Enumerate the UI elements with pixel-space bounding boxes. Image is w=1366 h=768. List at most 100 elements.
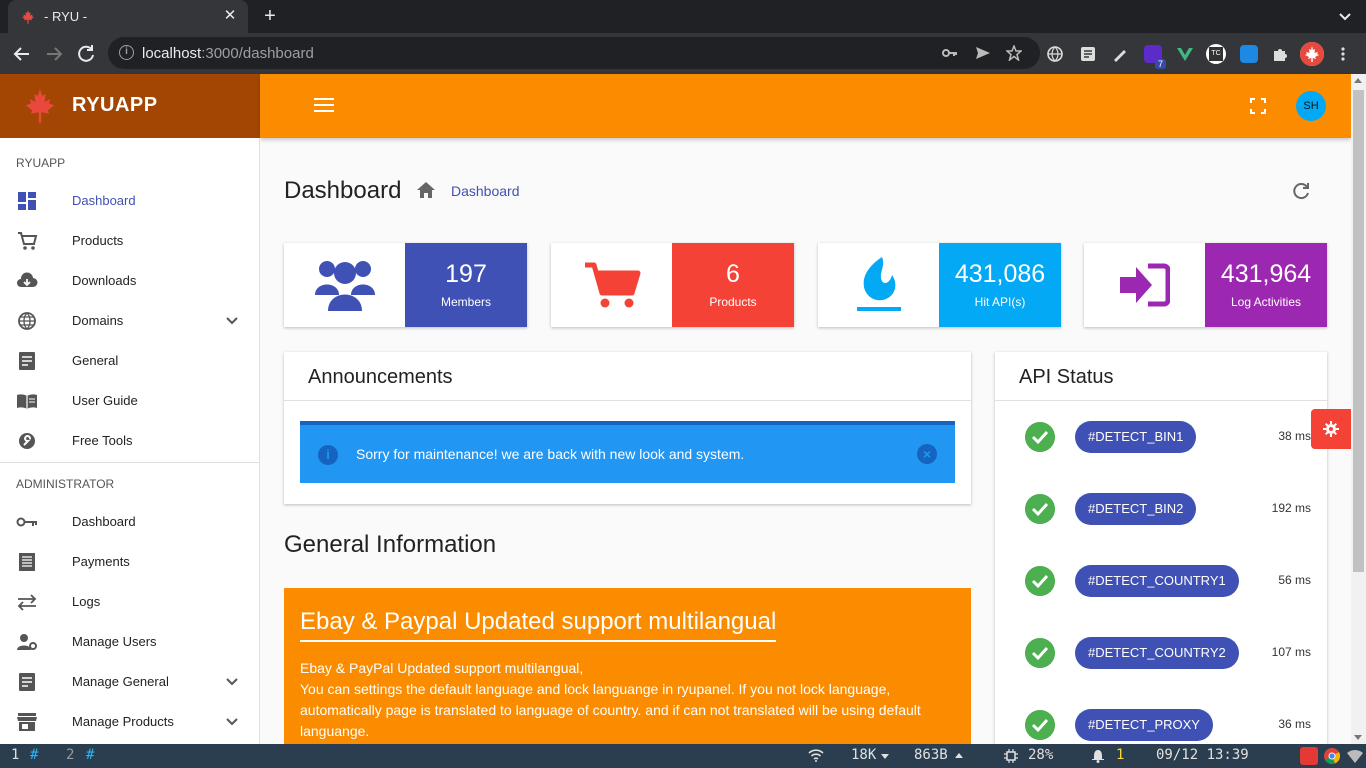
- chrome-tray-icon[interactable]: [1323, 747, 1341, 765]
- sidebar-item-label: Dashboard: [72, 193, 136, 208]
- new-tab-button[interactable]: +: [258, 4, 282, 28]
- check-circle-icon: [1025, 566, 1055, 596]
- sidebar-item-general[interactable]: General: [0, 341, 259, 381]
- back-icon[interactable]: [9, 41, 35, 67]
- sidebar-item-dashboard[interactable]: Dashboard: [0, 181, 259, 221]
- stat-value: 197: [445, 260, 487, 288]
- extension-badge: 7: [1154, 59, 1166, 69]
- cpu-icon: [1004, 749, 1018, 763]
- sidebar-item-free-tools[interactable]: Free Tools: [0, 421, 259, 461]
- scroll-down-arrow-icon[interactable]: [1354, 735, 1362, 740]
- app-bar: SH: [260, 74, 1351, 138]
- globe-extension-icon[interactable]: [1046, 45, 1064, 63]
- address-bar[interactable]: i localhost:3000/dashboard: [108, 37, 1040, 69]
- api-status-row: #DETECT_BIN1 38 ms: [995, 417, 1327, 457]
- api-name-badge[interactable]: #DETECT_BIN1: [1075, 421, 1197, 453]
- sidebar-item-user-guide[interactable]: User Guide: [0, 381, 259, 421]
- refresh-icon[interactable]: [1290, 180, 1312, 202]
- workspace-1[interactable]: 1: [11, 747, 19, 763]
- wifi-tray-icon[interactable]: [1347, 749, 1363, 763]
- check-circle-icon: [1025, 494, 1055, 524]
- check-circle-icon: [1025, 422, 1055, 452]
- vue-extension-icon[interactable]: [1176, 45, 1194, 63]
- url-text: localhost:3000/dashboard: [142, 45, 314, 62]
- reader-extension-icon[interactable]: [1079, 45, 1097, 63]
- info-icon: i: [318, 445, 338, 465]
- cpu-usage: 28%: [1028, 747, 1054, 763]
- sidebar-item-manage-general[interactable]: Manage General: [0, 662, 259, 702]
- scroll-thumb[interactable]: [1353, 90, 1364, 572]
- upload-speed: 863B: [914, 747, 948, 763]
- upload-arrow-icon: [955, 753, 963, 758]
- api-name-badge[interactable]: #DETECT_COUNTRY1: [1075, 565, 1239, 597]
- sidebar-item-products[interactable]: Products: [0, 221, 259, 261]
- cloud-download-icon: [17, 272, 38, 287]
- stat-value: 6: [726, 260, 740, 288]
- api-name-badge[interactable]: #DETECT_COUNTRY2: [1075, 637, 1239, 669]
- user-avatar[interactable]: SH: [1296, 91, 1326, 121]
- api-latency: 192 ms: [1271, 501, 1311, 515]
- sidebar-item-label: Payments: [72, 554, 130, 569]
- sidebar-item-label: Dashboard: [72, 514, 136, 529]
- announcements-title: Announcements: [308, 366, 453, 388]
- close-alert-icon[interactable]: ×: [917, 444, 937, 464]
- sidebar-item-label: Manage Products: [72, 714, 174, 729]
- wifi-icon: [808, 749, 824, 762]
- sidebar-item-admin-dashboard[interactable]: Dashboard: [0, 502, 259, 542]
- tc-extension-icon[interactable]: TC: [1206, 44, 1226, 64]
- sidebar-item-logs[interactable]: Logs: [0, 582, 259, 622]
- close-tab-icon[interactable]: ✕: [220, 6, 240, 26]
- key-icon: [16, 517, 37, 527]
- tray-app-icon[interactable]: [1300, 747, 1318, 765]
- news-line: You can settings the default language an…: [300, 681, 921, 739]
- bell-icon[interactable]: [1092, 749, 1104, 763]
- site-info-icon[interactable]: i: [119, 45, 134, 60]
- news-card: Ebay & Paypal Updated support multilangu…: [284, 588, 971, 748]
- fullscreen-icon[interactable]: [1250, 98, 1266, 114]
- forward-icon[interactable]: [41, 41, 67, 67]
- key-icon[interactable]: [942, 46, 958, 60]
- api-name-badge[interactable]: #DETECT_BIN2: [1075, 493, 1197, 525]
- purple-extension-icon[interactable]: 7: [1144, 45, 1166, 69]
- user-settings-icon: [17, 634, 37, 650]
- sidebar-item-manage-users[interactable]: Manage Users: [0, 622, 259, 662]
- chevron-down-icon[interactable]: [1338, 10, 1352, 24]
- reload-icon[interactable]: [73, 41, 99, 67]
- workspace-2[interactable]: 2: [66, 747, 74, 763]
- api-latency: 36 ms: [1278, 717, 1311, 731]
- browser-tab[interactable]: - RYU - ✕: [8, 0, 248, 33]
- page-title: Dashboard: [284, 177, 402, 204]
- news-line: Ebay & PayPal Updated support multilangu…: [300, 660, 584, 676]
- page-scrollbar[interactable]: [1351, 74, 1366, 744]
- news-body: Ebay & PayPal Updated support multilangu…: [300, 658, 950, 742]
- os-status-bar: 1 # 2 # 18K 863B 28% 1 09/12 13:39: [0, 744, 1366, 768]
- sidebar-item-payments[interactable]: Payments: [0, 542, 259, 582]
- sidebar-item-domains[interactable]: Domains: [0, 301, 259, 341]
- chevron-down-icon: [226, 718, 238, 726]
- chevron-down-icon: [226, 317, 238, 325]
- news-title: Ebay & Paypal Updated support multilangu…: [300, 608, 777, 642]
- maintenance-alert: i Sorry for maintenance! we are back wit…: [300, 421, 955, 483]
- sidebar-item-label: Manage General: [72, 674, 169, 689]
- pen-extension-icon[interactable]: [1111, 45, 1129, 63]
- sidebar-item-label: Logs: [72, 594, 101, 609]
- profile-avatar[interactable]: [1300, 42, 1324, 66]
- alert-message: Sorry for maintenance! we are back with …: [356, 446, 745, 462]
- login-icon: [1120, 263, 1170, 307]
- scroll-up-arrow-icon[interactable]: [1354, 78, 1362, 83]
- sidebar-item-manage-products[interactable]: Manage Products: [0, 702, 259, 742]
- notes-extension-icon[interactable]: [1240, 45, 1258, 63]
- api-name-badge[interactable]: #DETECT_PROXY: [1075, 709, 1213, 741]
- browser-menu-icon[interactable]: [1340, 46, 1346, 62]
- sidebar-item-label: Manage Users: [72, 634, 157, 649]
- puzzle-extensions-icon[interactable]: [1271, 45, 1289, 63]
- bookmark-star-icon[interactable]: [1006, 45, 1022, 61]
- api-latency: 107 ms: [1271, 645, 1311, 659]
- stat-card-log-activities: 431,964 Log Activities: [1084, 243, 1327, 327]
- settings-fab-button[interactable]: [1311, 409, 1351, 449]
- home-icon[interactable]: [416, 180, 436, 200]
- send-icon[interactable]: [975, 46, 991, 60]
- sidebar-item-downloads[interactable]: Downloads: [0, 261, 259, 301]
- breadcrumb-dashboard[interactable]: Dashboard: [451, 183, 520, 199]
- menu-toggle-icon[interactable]: [314, 98, 334, 114]
